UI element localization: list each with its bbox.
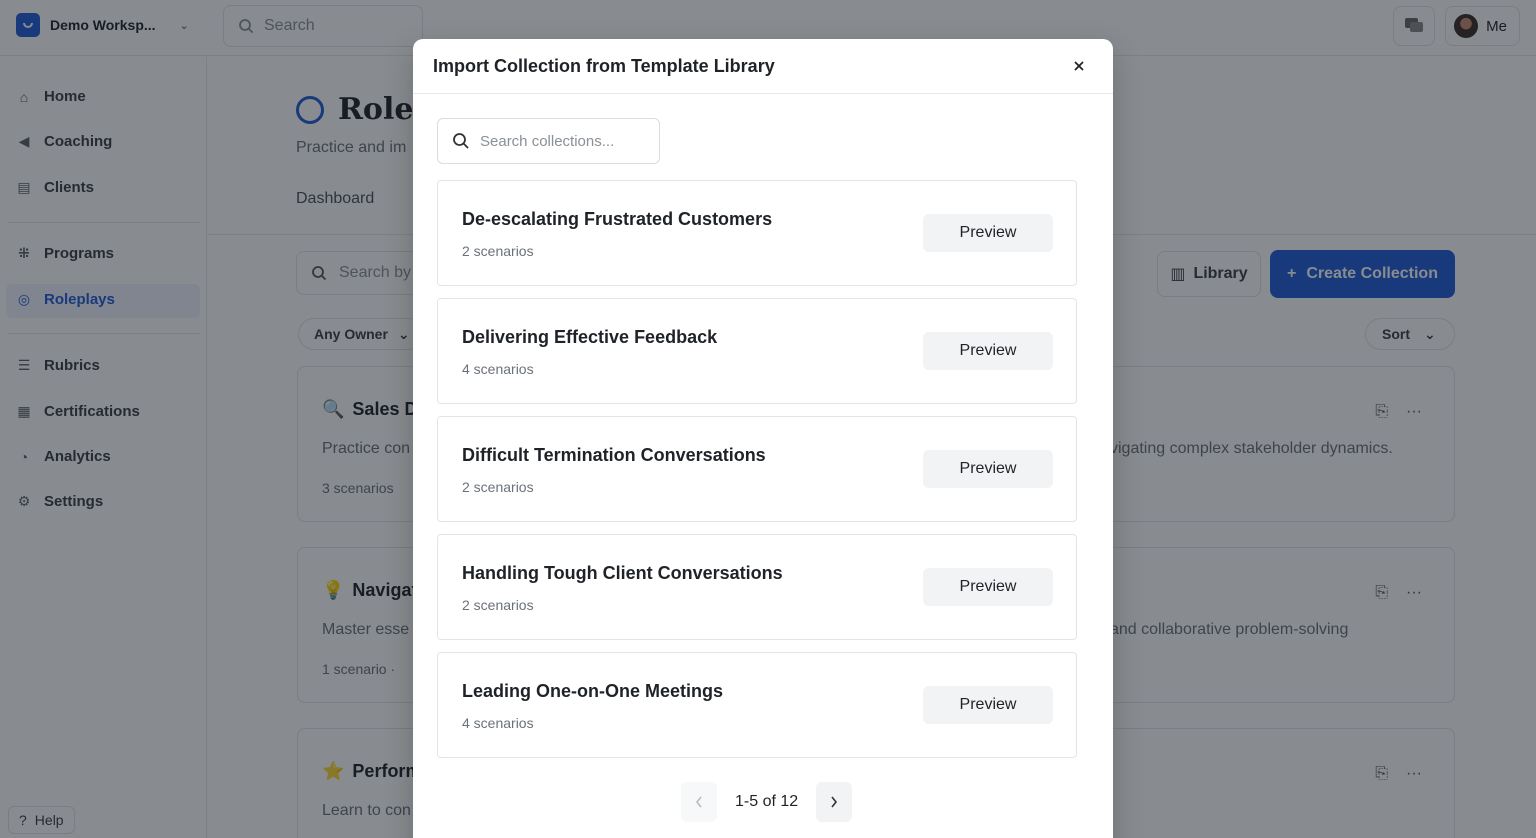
import-collection-modal: Import Collection from Template Library …: [413, 39, 1113, 838]
modal-header: Import Collection from Template Library: [413, 39, 1113, 94]
modal-title: Import Collection from Template Library: [433, 55, 775, 76]
chevron-right-icon: [831, 796, 838, 808]
next-page-button[interactable]: [816, 782, 853, 822]
collection-title: Delivering Effective Feedback: [462, 327, 718, 347]
collection-item: Difficult Termination Conversations 2 sc…: [437, 416, 1077, 522]
collection-scenario-count: 2 scenarios: [462, 597, 534, 613]
collection-item: Delivering Effective Feedback 4 scenario…: [437, 298, 1077, 404]
close-button[interactable]: [1069, 56, 1089, 76]
collection-item: De-escalating Frustrated Customers 2 sce…: [437, 180, 1077, 286]
collection-scenario-count: 2 scenarios: [462, 479, 534, 495]
collection-scenario-count: 4 scenarios: [462, 715, 534, 731]
preview-button[interactable]: Preview: [923, 450, 1053, 488]
collection-title: Difficult Termination Conversations: [462, 445, 766, 465]
collections-search-input[interactable]: [480, 132, 650, 150]
collection-title: Leading One-on-One Meetings: [462, 681, 724, 701]
collections-search-field[interactable]: [437, 118, 660, 164]
collection-scenario-count: 2 scenarios: [462, 243, 534, 259]
close-icon: [1074, 61, 1084, 71]
collection-item: Handling Tough Client Conversations 2 sc…: [437, 534, 1077, 640]
chevron-left-icon: [695, 796, 702, 808]
collection-item: Leading One-on-One Meetings 4 scenarios …: [437, 652, 1077, 758]
collection-title: Handling Tough Client Conversations: [462, 563, 783, 583]
prev-page-button[interactable]: [681, 782, 717, 822]
pagination-text: 1-5 of 12: [735, 793, 799, 810]
preview-button[interactable]: Preview: [923, 332, 1053, 370]
preview-button[interactable]: Preview: [923, 214, 1053, 252]
collection-title: De-escalating Frustrated Customers: [462, 209, 773, 229]
preview-button[interactable]: Preview: [923, 568, 1053, 606]
collection-scenario-count: 4 scenarios: [462, 361, 534, 377]
preview-button[interactable]: Preview: [923, 686, 1053, 724]
search-icon: [453, 133, 469, 149]
pagination: 1-5 of 12: [681, 782, 853, 822]
